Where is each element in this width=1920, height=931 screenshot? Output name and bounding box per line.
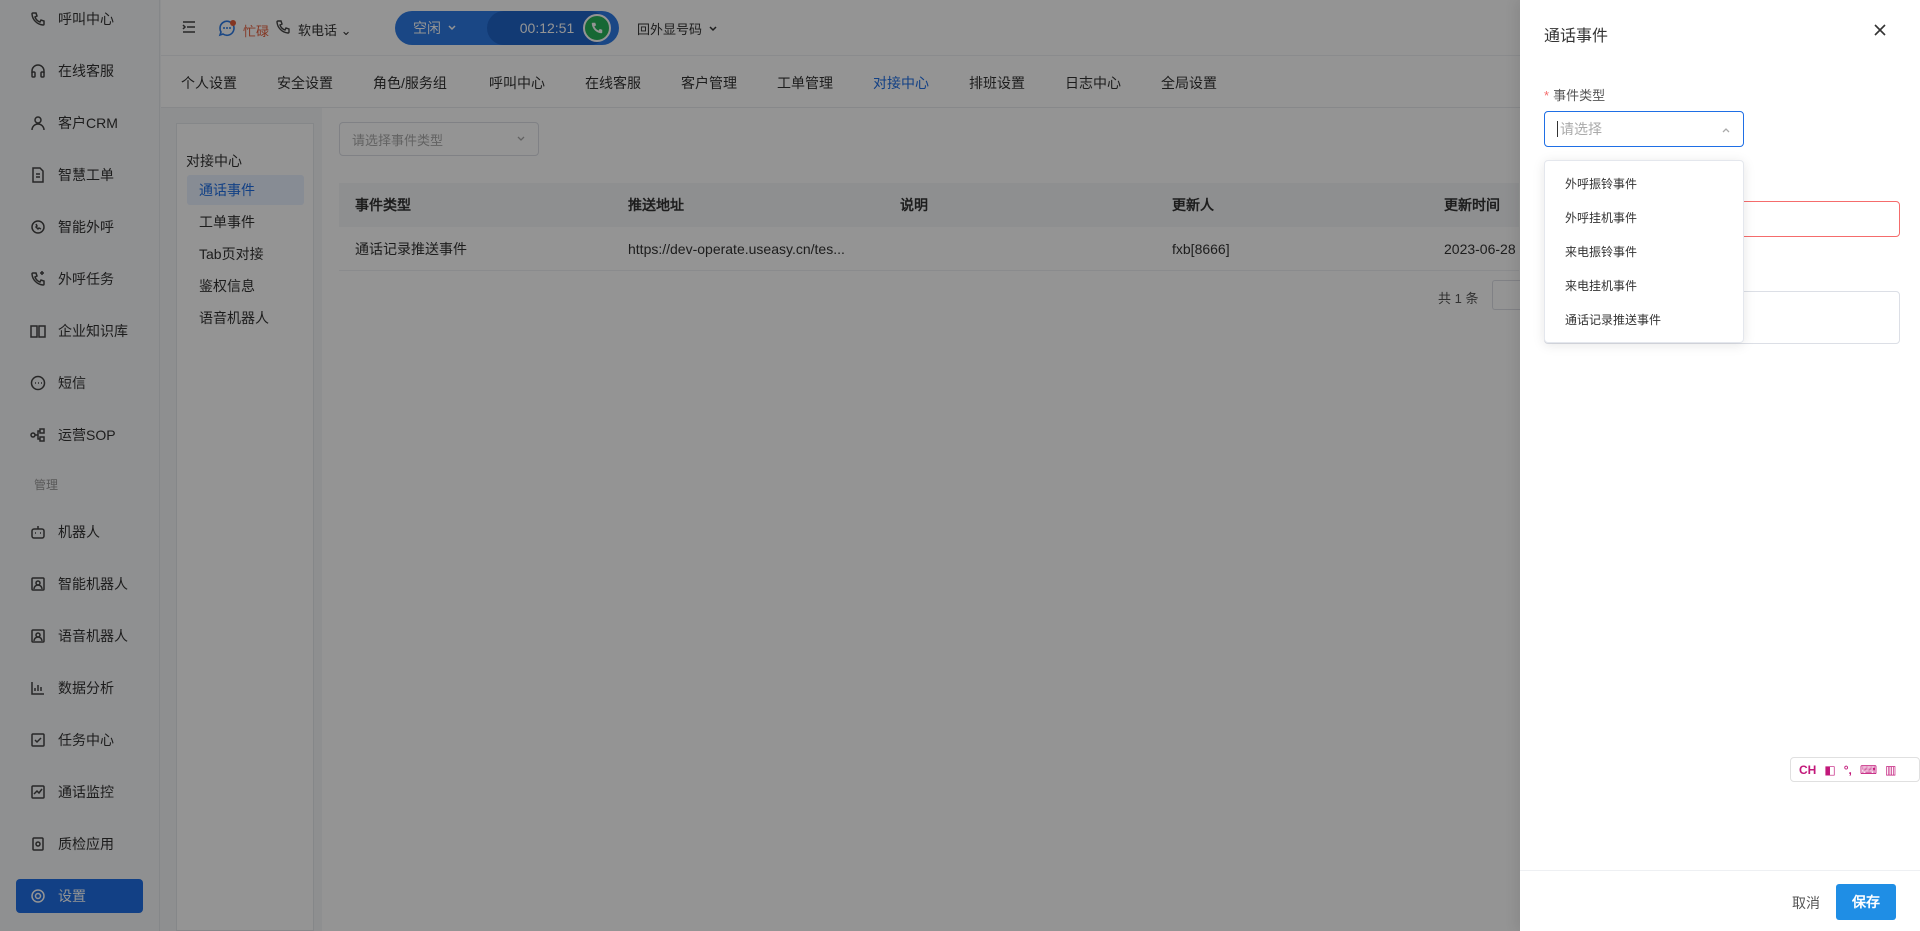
close-icon[interactable] [1872,22,1888,38]
keyboard-icon[interactable]: ⌨ [1860,763,1877,777]
cancel-button[interactable]: 取消 [1792,893,1820,913]
dropdown-option[interactable]: 外呼振铃事件 [1545,167,1743,201]
dropdown-option[interactable]: 来电振铃事件 [1545,235,1743,269]
dropdown-option[interactable]: 外呼挂机事件 [1545,201,1743,235]
ime-menu-icon[interactable]: ▥ [1885,763,1896,777]
ime-mode-icon[interactable]: ◧ [1824,763,1835,777]
drawer-title: 通话事件 [1544,28,1609,45]
chevron-up-icon [1722,128,1730,133]
dropdown-option[interactable]: 来电挂机事件 [1545,269,1743,303]
dropdown-option[interactable]: 通话记录推送事件 [1545,303,1743,337]
required-mark: * [1544,88,1550,103]
text-caret [1557,121,1558,137]
ime-punctuation-icon[interactable]: °, [1844,763,1852,777]
call-event-drawer: 通话事件 * 事件类型 请选择 外呼振铃事件 外呼挂机事件 来电振铃事件 来电挂机… [1520,0,1920,931]
modal-overlay[interactable] [0,0,1520,931]
event-type-label-text: 事件类型 [1553,88,1606,103]
save-button[interactable]: 保存 [1836,884,1896,920]
event-type-dropdown: 外呼振铃事件 外呼挂机事件 来电振铃事件 来电挂机事件 通话记录推送事件 [1544,160,1744,343]
ime-language[interactable]: CH [1799,763,1816,777]
event-type-label: * 事件类型 [1544,85,1605,104]
event-type-select[interactable]: 请选择 [1544,111,1744,147]
drawer-footer: 取消 保存 [1520,870,1920,931]
select-placeholder: 请选择 [1560,121,1602,137]
ime-toolbar[interactable]: CH ◧ °, ⌨ ▥ [1790,757,1920,782]
